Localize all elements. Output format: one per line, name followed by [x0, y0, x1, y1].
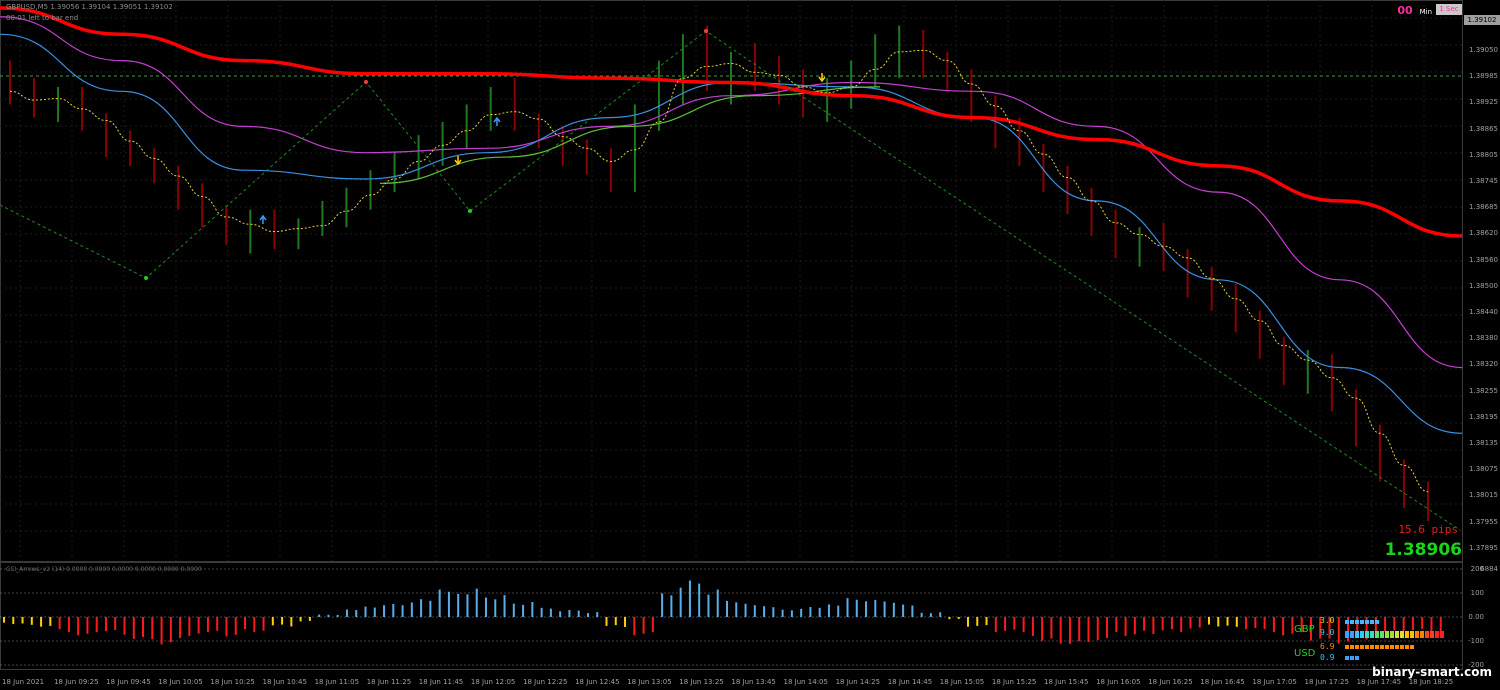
timer-min-label: Min [1419, 8, 1432, 16]
time-axis-label: 18 Jun 14:05 [783, 678, 828, 686]
indicator-axis-label: -200 [1468, 661, 1484, 669]
ma-yellow-dotted-line [9, 49, 1429, 493]
price-axis-label: 1.38380 [1469, 334, 1498, 343]
time-axis-label: 18 Jun 13:45 [731, 678, 776, 686]
usd-value-2: 0.9 [1320, 653, 1335, 662]
price-axis-label: 1.38195 [1469, 412, 1498, 421]
indicator-axis-label: 100 [1470, 589, 1484, 597]
time-axis-label: 18 Jun 17:05 [1252, 678, 1297, 686]
currency-strength-panel: GBP USD 3.0 9.0 6.9 0.9 [1290, 616, 1460, 662]
time-axis-label: 18 Jun 11:05 [314, 678, 360, 686]
time-axis-label: 18 Jun 13:25 [679, 678, 724, 686]
indicator-axis-label: 200 [1470, 565, 1484, 573]
price-axis-label: 1.38560 [1469, 255, 1498, 264]
pips-label: 15.6 pips [1398, 523, 1458, 536]
zigzag-point [144, 276, 148, 280]
time-axis-label: 18 Jun 15:05 [939, 678, 985, 686]
time-axis-label: 18 Jun 2021 [2, 678, 45, 686]
price-axis-label: 1.39050 [1469, 46, 1498, 54]
time-axis-label: 18 Jun 11:45 [418, 678, 464, 686]
price-axis-label: 1.38440 [1469, 308, 1498, 316]
zigzag-line [0, 30, 1461, 531]
current-price-tag: 1.39102 [1464, 15, 1500, 25]
sell-arrow [818, 73, 826, 83]
price-axis-label: 1.38255 [1469, 386, 1498, 395]
indicator-header: CCI_Arrows_v2 (14) 0.0000 0.0000 0.0000 … [6, 566, 202, 573]
usd-label: USD [1294, 648, 1316, 659]
price-axis-label: 1.38320 [1469, 360, 1498, 369]
time-axis-label: 18 Jun 18:25 [1408, 678, 1454, 686]
price-axis-label: 1.38985 [1469, 72, 1498, 81]
time-axis-label: 18 Jun 16:05 [1096, 678, 1141, 686]
price-axis-label: 1.38805 [1469, 150, 1498, 159]
time-axis-label: 18 Jun 09:25 [54, 678, 99, 686]
countdown-timer: 00 Min [1397, 4, 1432, 17]
timer-value: 00 [1397, 4, 1413, 17]
big-price: 1.38906 [1384, 540, 1462, 560]
usd-value-1: 6.9 [1320, 642, 1335, 651]
price-axis-label: 1.37895 [1469, 543, 1498, 552]
sell-arrow [454, 156, 462, 166]
price-chart[interactable] [0, 0, 1500, 690]
zigzag-point [364, 80, 368, 84]
gbp-value-1: 3.0 [1320, 616, 1335, 625]
price-axis-label: 1.38865 [1469, 124, 1498, 133]
ma-green-line [379, 86, 881, 184]
time-axis-label: 18 Jun 10:45 [262, 678, 307, 686]
time-axis-label: 18 Jun 17:45 [1356, 678, 1402, 686]
price-axis-label: 1.38075 [1469, 465, 1498, 474]
price-axis-label: 1.38685 [1469, 203, 1498, 212]
indicator-pane-border [0, 562, 1463, 670]
time-axis-label: 18 Jun 16:45 [1200, 678, 1245, 686]
buy-arrow [259, 214, 267, 224]
timer-sec-box: 1 Sec [1436, 4, 1462, 15]
indicator-axis-label: -100 [1468, 637, 1484, 645]
gbp-value-2: 9.0 [1320, 628, 1335, 637]
indicator-axis-label: 0.00 [1468, 613, 1484, 621]
price-axis-label: 1.38135 [1469, 439, 1498, 447]
time-axis-label: 18 Jun 12:05 [470, 678, 516, 686]
time-axis-label: 18 Jun 15:45 [1044, 678, 1089, 686]
time-axis-label: 18 Jun 17:25 [1304, 678, 1349, 686]
price-axis-label: 1.38620 [1469, 229, 1498, 238]
time-axis-label: 18 Jun 12:45 [575, 678, 620, 686]
time-axis-label: 18 Jun 15:25 [991, 678, 1037, 686]
time-axis-label: 18 Jun 09:45 [106, 678, 151, 686]
time-axis-label: 18 Jun 13:05 [627, 678, 672, 686]
time-axis-label: 18 Jun 14:25 [835, 678, 881, 686]
price-axis-label: 1.38500 [1469, 281, 1498, 290]
time-axis-label: 18 Jun 14:45 [887, 678, 933, 686]
time-axis-label: 18 Jun 16:25 [1148, 678, 1193, 686]
symbol-info: GBPUSD,M5 1.39056 1.39104 1.39051 1.3910… [6, 3, 173, 11]
time-axis-label: 18 Jun 12:25 [523, 678, 568, 686]
price-axis-label: 1.37955 [1469, 517, 1498, 526]
price-axis-label: 1.38745 [1469, 177, 1498, 185]
gbp-label: GBP [1294, 624, 1315, 635]
zigzag-point [468, 209, 472, 213]
price-axis-label: 1.38925 [1469, 98, 1498, 107]
zigzag-point [704, 29, 708, 33]
bar-timer: 00:01 left to bar end [6, 14, 79, 22]
time-axis-label: 18 Jun 11:25 [366, 678, 412, 686]
time-axis-label: 18 Jun 10:05 [158, 678, 203, 686]
time-axis-label: 18 Jun 10:25 [210, 678, 255, 686]
price-axis-label: 1.38015 [1469, 491, 1498, 500]
buy-arrow [493, 116, 501, 126]
